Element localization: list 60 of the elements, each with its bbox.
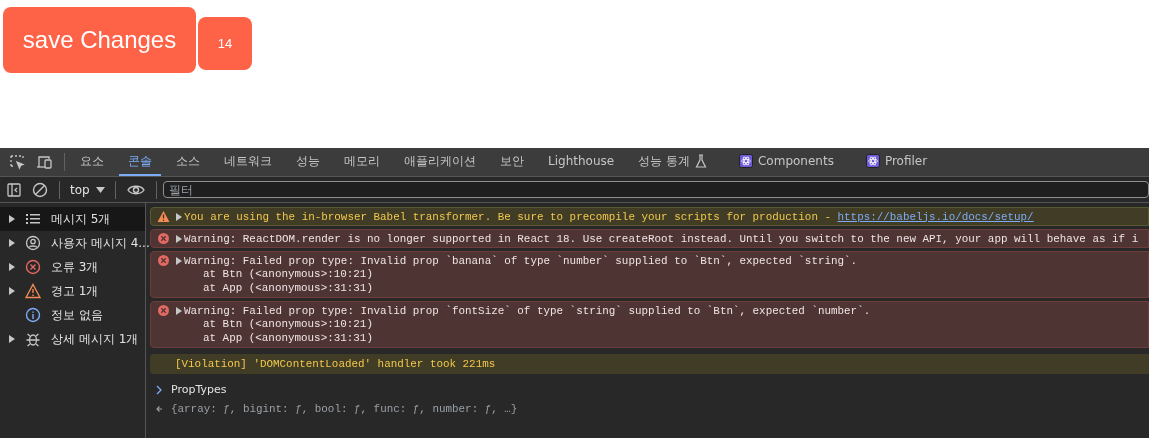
sidebar-toggle-icon xyxy=(6,181,22,198)
expand-arrow-icon xyxy=(176,256,182,265)
error-icon xyxy=(157,254,170,267)
react-icon xyxy=(738,154,753,168)
console-message: Warning: Failed prop type: Invalid prop `banana` of type `number` supplied to `Btn`, expected `string`. xyxy=(184,254,858,267)
stack-trace-line: at Btn (<anonymous>:10:21) xyxy=(202,317,374,331)
sidebar-item[interactable]: 정보 없음 xyxy=(0,303,145,327)
expand-arrow-icon xyxy=(9,263,15,271)
console-message: You are using the in-browser Babel transformer. Be sure to precompile your scripts for production - https://babeljs.io/docs/setup/ xyxy=(184,210,1034,223)
panel-tab[interactable]: 콘솔 xyxy=(119,148,161,176)
context-dropdown[interactable]: top xyxy=(66,182,109,197)
sidebar-item[interactable]: 메시지 5개 xyxy=(0,207,145,231)
user-icon xyxy=(25,235,41,251)
panel-tab[interactable]: 요소 xyxy=(71,148,113,176)
prompt-chevron-icon xyxy=(156,384,163,395)
url-link[interactable]: https://babeljs.io/docs/setup/ xyxy=(837,210,1034,223)
flask-icon xyxy=(694,154,707,168)
expand-arrow-icon xyxy=(176,306,182,315)
panel-tab[interactable]: 메모리 xyxy=(335,148,389,176)
react-icon xyxy=(865,154,880,168)
stack-trace-line: at App (<anonymous>:31:31) xyxy=(202,331,374,345)
console-message: [Violation] 'DOMContentLoaded' handler took 221ms xyxy=(175,358,496,370)
panel-tab[interactable]: Components xyxy=(729,148,843,176)
result-arrow-icon xyxy=(156,405,163,413)
console-message: Warning: ReactDOM.render is no longer supported in React 18. Use createRoot instead. Until you switch to the new API, your app will behave as if i xyxy=(184,232,1139,245)
stack-trace-line: at App (<anonymous>:31:31) xyxy=(202,281,374,295)
error-icon xyxy=(25,259,41,275)
panel-tab[interactable]: 네트워크 xyxy=(215,148,281,176)
console-message: Warning: Failed prop type: Invalid prop `fontSize` of type `string` supplied to `Btn`, expected `number`. xyxy=(184,304,871,317)
sidebar-item[interactable]: 경고 1개 xyxy=(0,279,145,303)
panel-tab[interactable]: 보안 xyxy=(491,148,533,176)
info-icon xyxy=(25,307,41,323)
list-icon xyxy=(25,211,41,227)
panel-tab[interactable]: 성능 통계 xyxy=(629,148,716,176)
panel-tab[interactable]: Lighthouse xyxy=(539,148,624,176)
expand-arrow-icon xyxy=(9,335,15,343)
expand-arrow-icon xyxy=(176,234,182,243)
expand-arrow-icon xyxy=(9,287,15,295)
error-icon xyxy=(157,304,170,317)
filter-field[interactable]: 필터 xyxy=(162,181,1149,198)
console-message: {array: ƒ, bigint: ƒ, bool: ƒ, func: ƒ, number: ƒ, …} xyxy=(171,403,518,415)
panel-tab[interactable]: 애플리케이션 xyxy=(395,148,485,176)
panel-tab[interactable]: Profiler xyxy=(856,148,937,176)
device-icon xyxy=(35,154,53,170)
warning-icon xyxy=(25,283,41,299)
error-icon xyxy=(157,232,170,245)
console-message: PropTypes xyxy=(171,383,227,396)
panel-tab[interactable]: 소스 xyxy=(167,148,209,176)
warning-icon xyxy=(157,210,170,223)
inspect-icon xyxy=(9,154,25,170)
panel-tab[interactable]: 성능 xyxy=(287,148,329,176)
bug-icon xyxy=(25,331,41,347)
expand-arrow-icon xyxy=(9,239,15,247)
expand-arrow-icon xyxy=(9,215,15,223)
stack-trace-line: at Btn (<anonymous>:10:21) xyxy=(202,267,374,281)
clear-icon xyxy=(32,181,48,198)
sidebar-item[interactable]: 오류 3개 xyxy=(0,255,145,279)
sidebar-item[interactable]: 상세 메시지 1개 xyxy=(0,327,145,351)
caret-icon xyxy=(95,186,105,193)
expand-arrow-icon xyxy=(176,212,182,221)
